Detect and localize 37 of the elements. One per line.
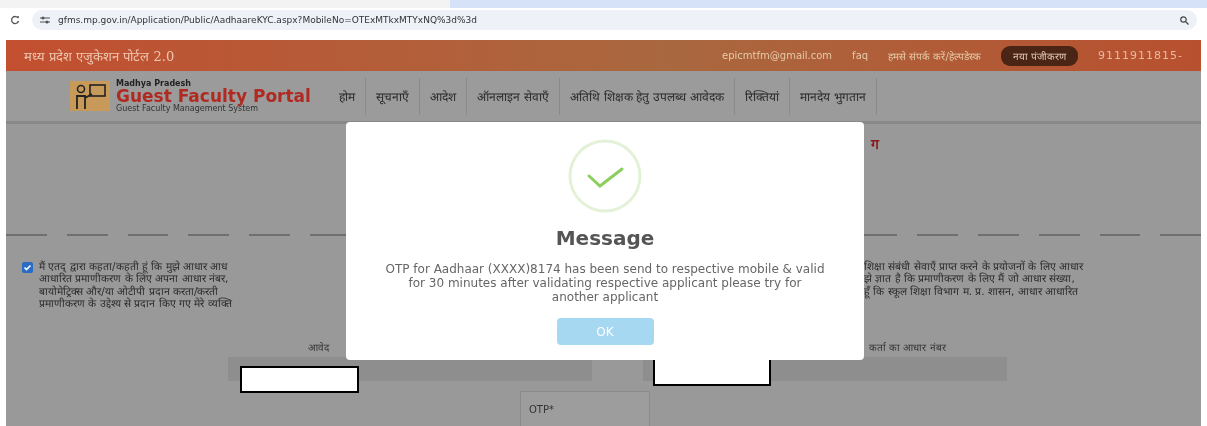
field-label: आवेद [308, 340, 329, 354]
nav-link[interactable]: मानदेय भुगतान [790, 77, 877, 115]
consent-checkbox[interactable] [22, 261, 33, 273]
nav-link[interactable]: ऑनलाइन सेवाएँ [466, 77, 560, 115]
consent-text: शिक्षा संबंधी सेवाएँ प्राप्त करने के प्रयोजनों के लिए आधार [864, 259, 1085, 272]
reload-icon[interactable] [10, 15, 20, 25]
phone-number: 9111911815- [1098, 49, 1183, 62]
portal-title: मध्य प्रदेश एजुकेशन पोर्टल 2.0 [24, 47, 176, 65]
zoom-icon[interactable] [1180, 15, 1189, 25]
url-text: gfms.mp.gov.in/Application/Public/AadhaareKYC.aspx?MobileNo=OTExMTkxMTYxNQ%3d%3d [58, 15, 477, 25]
site-settings-icon[interactable] [40, 16, 50, 24]
address-bar[interactable]: gfms.mp.gov.in/Application/Public/AadhaareKYC.aspx?MobileNo=OTExMTkxMTYxNQ%3d%3d [32, 10, 1197, 30]
consent-text: प्रमाणीकरण के उद्देश्य से प्रदान किए गए मेरे व्यक्ति [39, 297, 232, 310]
nav-link[interactable]: रिक्तियां [735, 77, 790, 115]
teacher-board-icon [70, 81, 110, 111]
contact-link[interactable]: हमसे संपर्क करें/हेल्पडेस्क [888, 48, 981, 63]
consent-text: मैं एतद् द्वारा कहता/कहती हूं कि मुझे आधार आध [39, 259, 229, 273]
nav-link[interactable]: अतिथि शिक्षक हेतु उपलब्ध आवेदक [559, 77, 735, 115]
faq-link[interactable]: faq [852, 50, 869, 61]
dialog-message: OTP for Aadhaar (XXXX)8174 has been send to respective mobile & valid for 30 minutes after validating respective applicant please try for another applicant [385, 262, 825, 304]
page-heading: ग [871, 134, 879, 153]
email-link[interactable]: epicmtfm@gmail.com [722, 50, 833, 61]
consent-text: बायोमेट्रिक्स और/या ओटीपी प्रदान करता/करती [39, 284, 219, 298]
consent-text: झे ज्ञात है कि प्रमाणीकरण के लिए मैं जो आधार संख्या, [864, 272, 1075, 285]
otp-field[interactable]: OTP* [520, 390, 650, 426]
consent-text: आधारित प्रमाणीकरण के लिए अपना आधार नंबर, [39, 272, 230, 285]
logo-state: Madhya Pradesh [116, 79, 192, 88]
nav-link[interactable]: आदेश [419, 77, 467, 115]
consent-text: हूँ कि स्कूल शिक्षा विभाग म. प्र. शासन, आधार आधारित [864, 284, 1080, 298]
success-check-icon [567, 138, 643, 214]
logo-title: Guest Faculty Portal [116, 87, 311, 105]
nav-link[interactable]: होम [328, 77, 366, 115]
field-label: कर्ता का आधार नंबर [869, 340, 946, 354]
register-button[interactable]: नया पंजीकरण [1000, 45, 1079, 66]
logo-subtitle: Guest Faculty Management System [116, 104, 259, 113]
nav-link[interactable]: सूचनाएँ [365, 77, 420, 115]
dialog-title: Message [555, 226, 655, 250]
